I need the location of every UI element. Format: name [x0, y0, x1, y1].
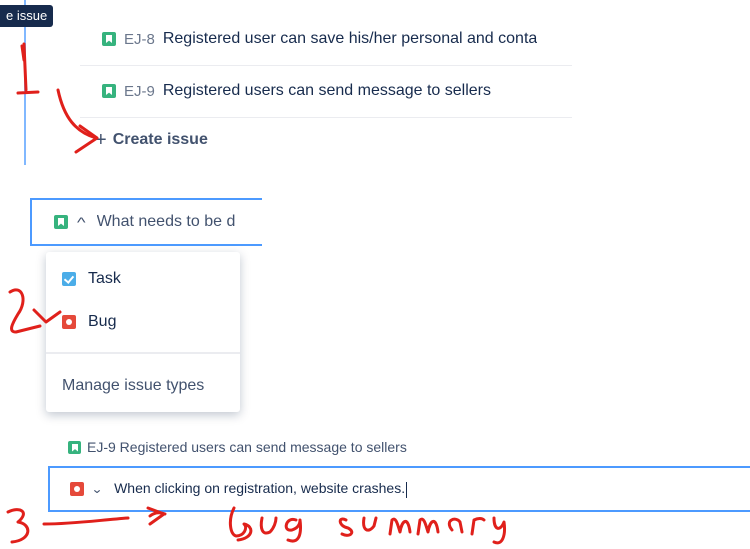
step-3-arrow — [42, 516, 130, 526]
issue-type-dropdown: Task Bug Manage issue types — [46, 252, 240, 412]
task-icon — [62, 272, 76, 286]
new-issue-input[interactable]: ^ What needs to be d — [30, 198, 262, 246]
handwritten-bug-b — [228, 506, 253, 542]
issue-row-text: EJ-9 Registered users can send message t… — [87, 439, 407, 455]
backlog-row-ej-8[interactable]: EJ-8 Registered user can save his/her pe… — [80, 13, 572, 66]
story-icon — [68, 440, 81, 454]
plus-icon: + — [95, 128, 107, 151]
create-issue-button[interactable]: + Create issue — [95, 126, 208, 154]
chevron-down-icon[interactable]: ⌄ — [91, 482, 103, 496]
bug-icon — [62, 315, 76, 329]
issue-key[interactable]: EJ-9 — [124, 83, 155, 100]
step-2-numeral — [8, 288, 42, 334]
backlog-row-ej-9[interactable]: EJ-9 Registered users can send message t… — [80, 65, 572, 118]
story-icon — [102, 84, 116, 98]
handwritten-bug-u — [259, 516, 278, 535]
text-caret — [406, 481, 408, 498]
issue-summary: Registered users can send message to sel… — [162, 82, 492, 99]
option-label: Task — [88, 270, 121, 287]
backlog-row-ej-9-partial: EJ-9 Registered users can send message t… — [58, 436, 538, 458]
issue-summary: Registered user can save his/her persona… — [162, 30, 538, 47]
issue-type-option-bug[interactable]: Bug — [62, 313, 116, 331]
step-3-numeral — [6, 508, 30, 544]
summary-value[interactable]: When clicking on registration, website c… — [114, 480, 408, 498]
handwritten-summary — [338, 516, 506, 545]
handwritten-bug-g — [284, 517, 302, 543]
issue-type-option-task[interactable]: Task — [62, 270, 121, 288]
bug-icon[interactable] — [70, 482, 84, 496]
chevron-up-icon[interactable]: ^ — [77, 214, 86, 230]
option-label: Bug — [88, 313, 117, 330]
story-icon — [102, 32, 116, 46]
divider — [46, 352, 240, 354]
manage-issue-types-link[interactable]: Manage issue types — [62, 377, 204, 395]
create-issue-label: Create issue — [112, 131, 208, 148]
summary-text: When clicking on registration, website c… — [114, 480, 406, 497]
summary-placeholder[interactable]: What needs to be d — [97, 213, 236, 231]
create-issue-tooltip: e issue — [0, 5, 54, 27]
story-icon[interactable] — [54, 215, 68, 229]
step-3-wave — [148, 511, 167, 518]
bug-summary-input[interactable]: ⌄ When clicking on registration, website… — [48, 466, 750, 512]
issue-key[interactable]: EJ-8 — [124, 31, 155, 48]
